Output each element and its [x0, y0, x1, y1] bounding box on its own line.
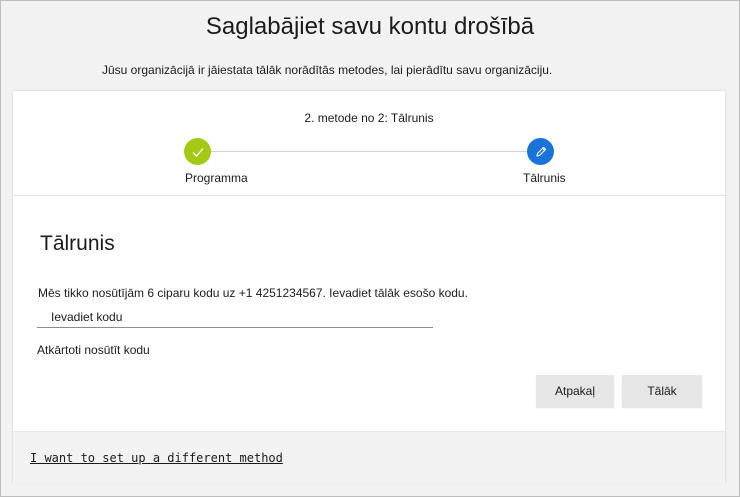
- code-description: Mēs tikko nosūtījām 6 ciparu kodu uz +1 …: [38, 286, 468, 300]
- section-title: Tālrunis: [40, 232, 115, 255]
- setup-card: 2. metode no 2: Tālrunis Programma Tālru…: [13, 91, 725, 484]
- progress-line: [198, 151, 540, 152]
- page-subtitle: Jūsu organizācijā ir jāiestata tālāk nor…: [102, 63, 553, 77]
- step-done-indicator: [184, 138, 211, 165]
- next-button[interactable]: Tālāk: [622, 375, 702, 407]
- pencil-icon: [535, 146, 546, 157]
- page: Saglabājiet savu kontu drošībā Jūsu orga…: [0, 0, 740, 497]
- step-label-app: Programma: [185, 171, 248, 185]
- resend-code-link[interactable]: Atkārtoti nosūtīt kodu: [37, 343, 150, 357]
- step-active-indicator: [527, 138, 554, 165]
- code-input[interactable]: [37, 307, 433, 328]
- check-icon: [192, 147, 203, 157]
- progress-section: 2. metode no 2: Tālrunis Programma Tālru…: [13, 91, 725, 196]
- different-method-link[interactable]: I want to set up a different method: [30, 451, 283, 465]
- footer: I want to set up a different method: [13, 431, 725, 484]
- page-title: Saglabājiet savu kontu drošībā: [205, 13, 535, 40]
- back-button[interactable]: Atpakaļ: [536, 375, 614, 407]
- step-label-phone: Tālrunis: [523, 171, 566, 185]
- step-counter: 2. metode no 2: Tālrunis: [304, 111, 434, 125]
